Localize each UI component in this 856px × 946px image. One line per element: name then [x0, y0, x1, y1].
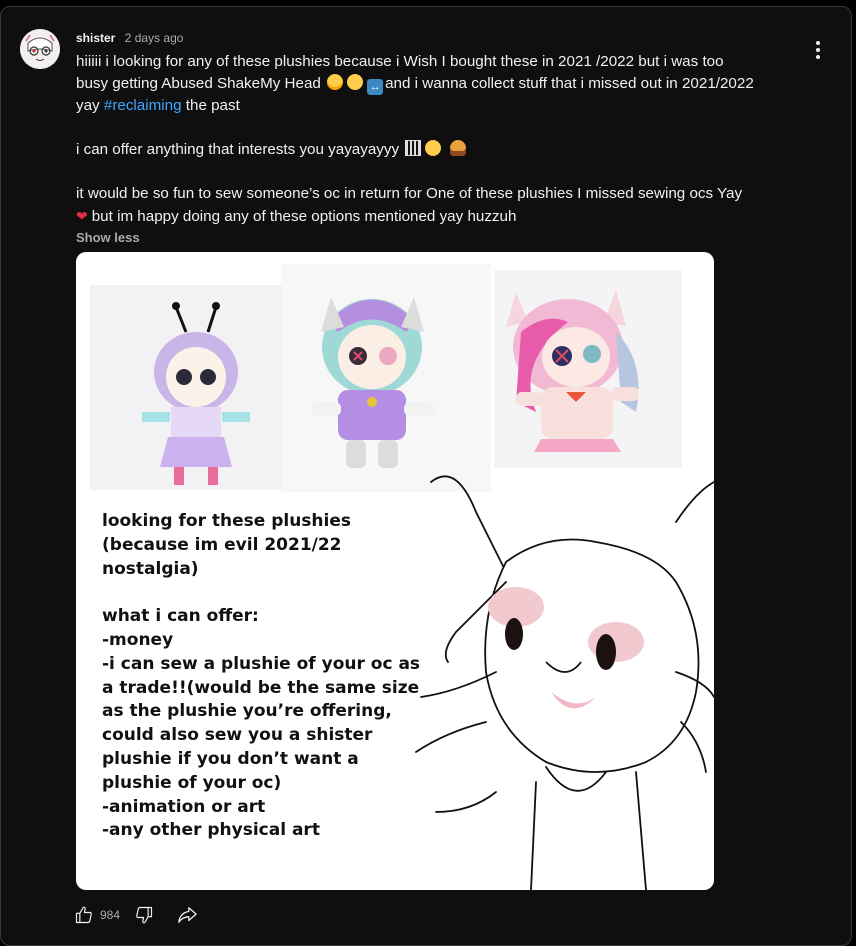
- caption-line: -any other physical art: [102, 820, 320, 841]
- comment-time[interactable]: 2 days ago: [125, 31, 184, 45]
- thumbs-down-icon: [136, 906, 153, 924]
- character-sketch: [415, 475, 714, 890]
- comment-line: hiiiii i looking for any of these plushi…: [76, 53, 724, 70]
- comment-text: hiiiii i looking for any of these plushi…: [76, 51, 816, 228]
- comment-actions: 984: [74, 903, 198, 927]
- broken-heart-icon: ❤: [76, 208, 88, 224]
- sad-face-icon: [327, 74, 344, 90]
- show-less-button[interactable]: Show less: [76, 230, 140, 245]
- thumbs-up-icon: [75, 906, 92, 924]
- caption-line: what i can offer:: [102, 606, 259, 627]
- attached-image[interactable]: looking for these plushies (because im e…: [76, 252, 714, 890]
- smile-face-icon: [347, 74, 364, 90]
- grin-face-icon: [425, 140, 442, 156]
- eye-left: [505, 618, 523, 650]
- like-button[interactable]: 984: [74, 905, 120, 925]
- comment-header: shister 2 days ago: [76, 31, 183, 45]
- burger-icon: [449, 140, 466, 156]
- comment-line: ❤ but im happy doing any of these options…: [76, 208, 517, 225]
- hashtag-link[interactable]: #reclaiming: [104, 97, 182, 114]
- comment-line: yay #reclaiming the past: [76, 97, 240, 114]
- author-name[interactable]: shister: [76, 31, 115, 45]
- share-button[interactable]: [176, 905, 198, 925]
- like-count: 984: [100, 908, 121, 922]
- left-right-arrow-icon: ↔: [367, 79, 384, 95]
- dislike-button[interactable]: [134, 905, 154, 925]
- caption-line: plushie of your oc): [102, 772, 282, 793]
- caption-line: -i can sew a plushie of your oc as: [102, 653, 421, 674]
- caption-line: nostalgia): [102, 558, 199, 579]
- caption-line: plushie if you don’t want a: [102, 748, 359, 769]
- caption-line: -animation or art: [102, 796, 266, 817]
- caption-line: (because im evil 2021/22: [102, 534, 342, 555]
- caption-line: could also sew you a shister: [102, 725, 373, 746]
- qr-glyph-icon: [405, 140, 422, 156]
- share-icon: [178, 907, 197, 923]
- comment-line: it would be so fun to sew someone’s oc i…: [76, 185, 743, 202]
- caption-line: -money: [102, 629, 174, 650]
- comment-card: shister 2 days ago hiiiii i looking for …: [0, 6, 852, 946]
- caption-line: a trade!!(would be the same size: [102, 677, 420, 698]
- caption-line: looking for these plushies: [102, 511, 352, 531]
- comment-line: busy getting Abused ShakeMy Head ↔ and i …: [76, 74, 754, 95]
- comment-line: i can offer anything that interests you …: [76, 139, 816, 161]
- caption-line: as the plushie you’re offering,: [102, 701, 392, 722]
- eye-right: [596, 634, 616, 670]
- avatar[interactable]: [20, 29, 60, 69]
- image-caption: looking for these plushies (because im e…: [102, 510, 432, 843]
